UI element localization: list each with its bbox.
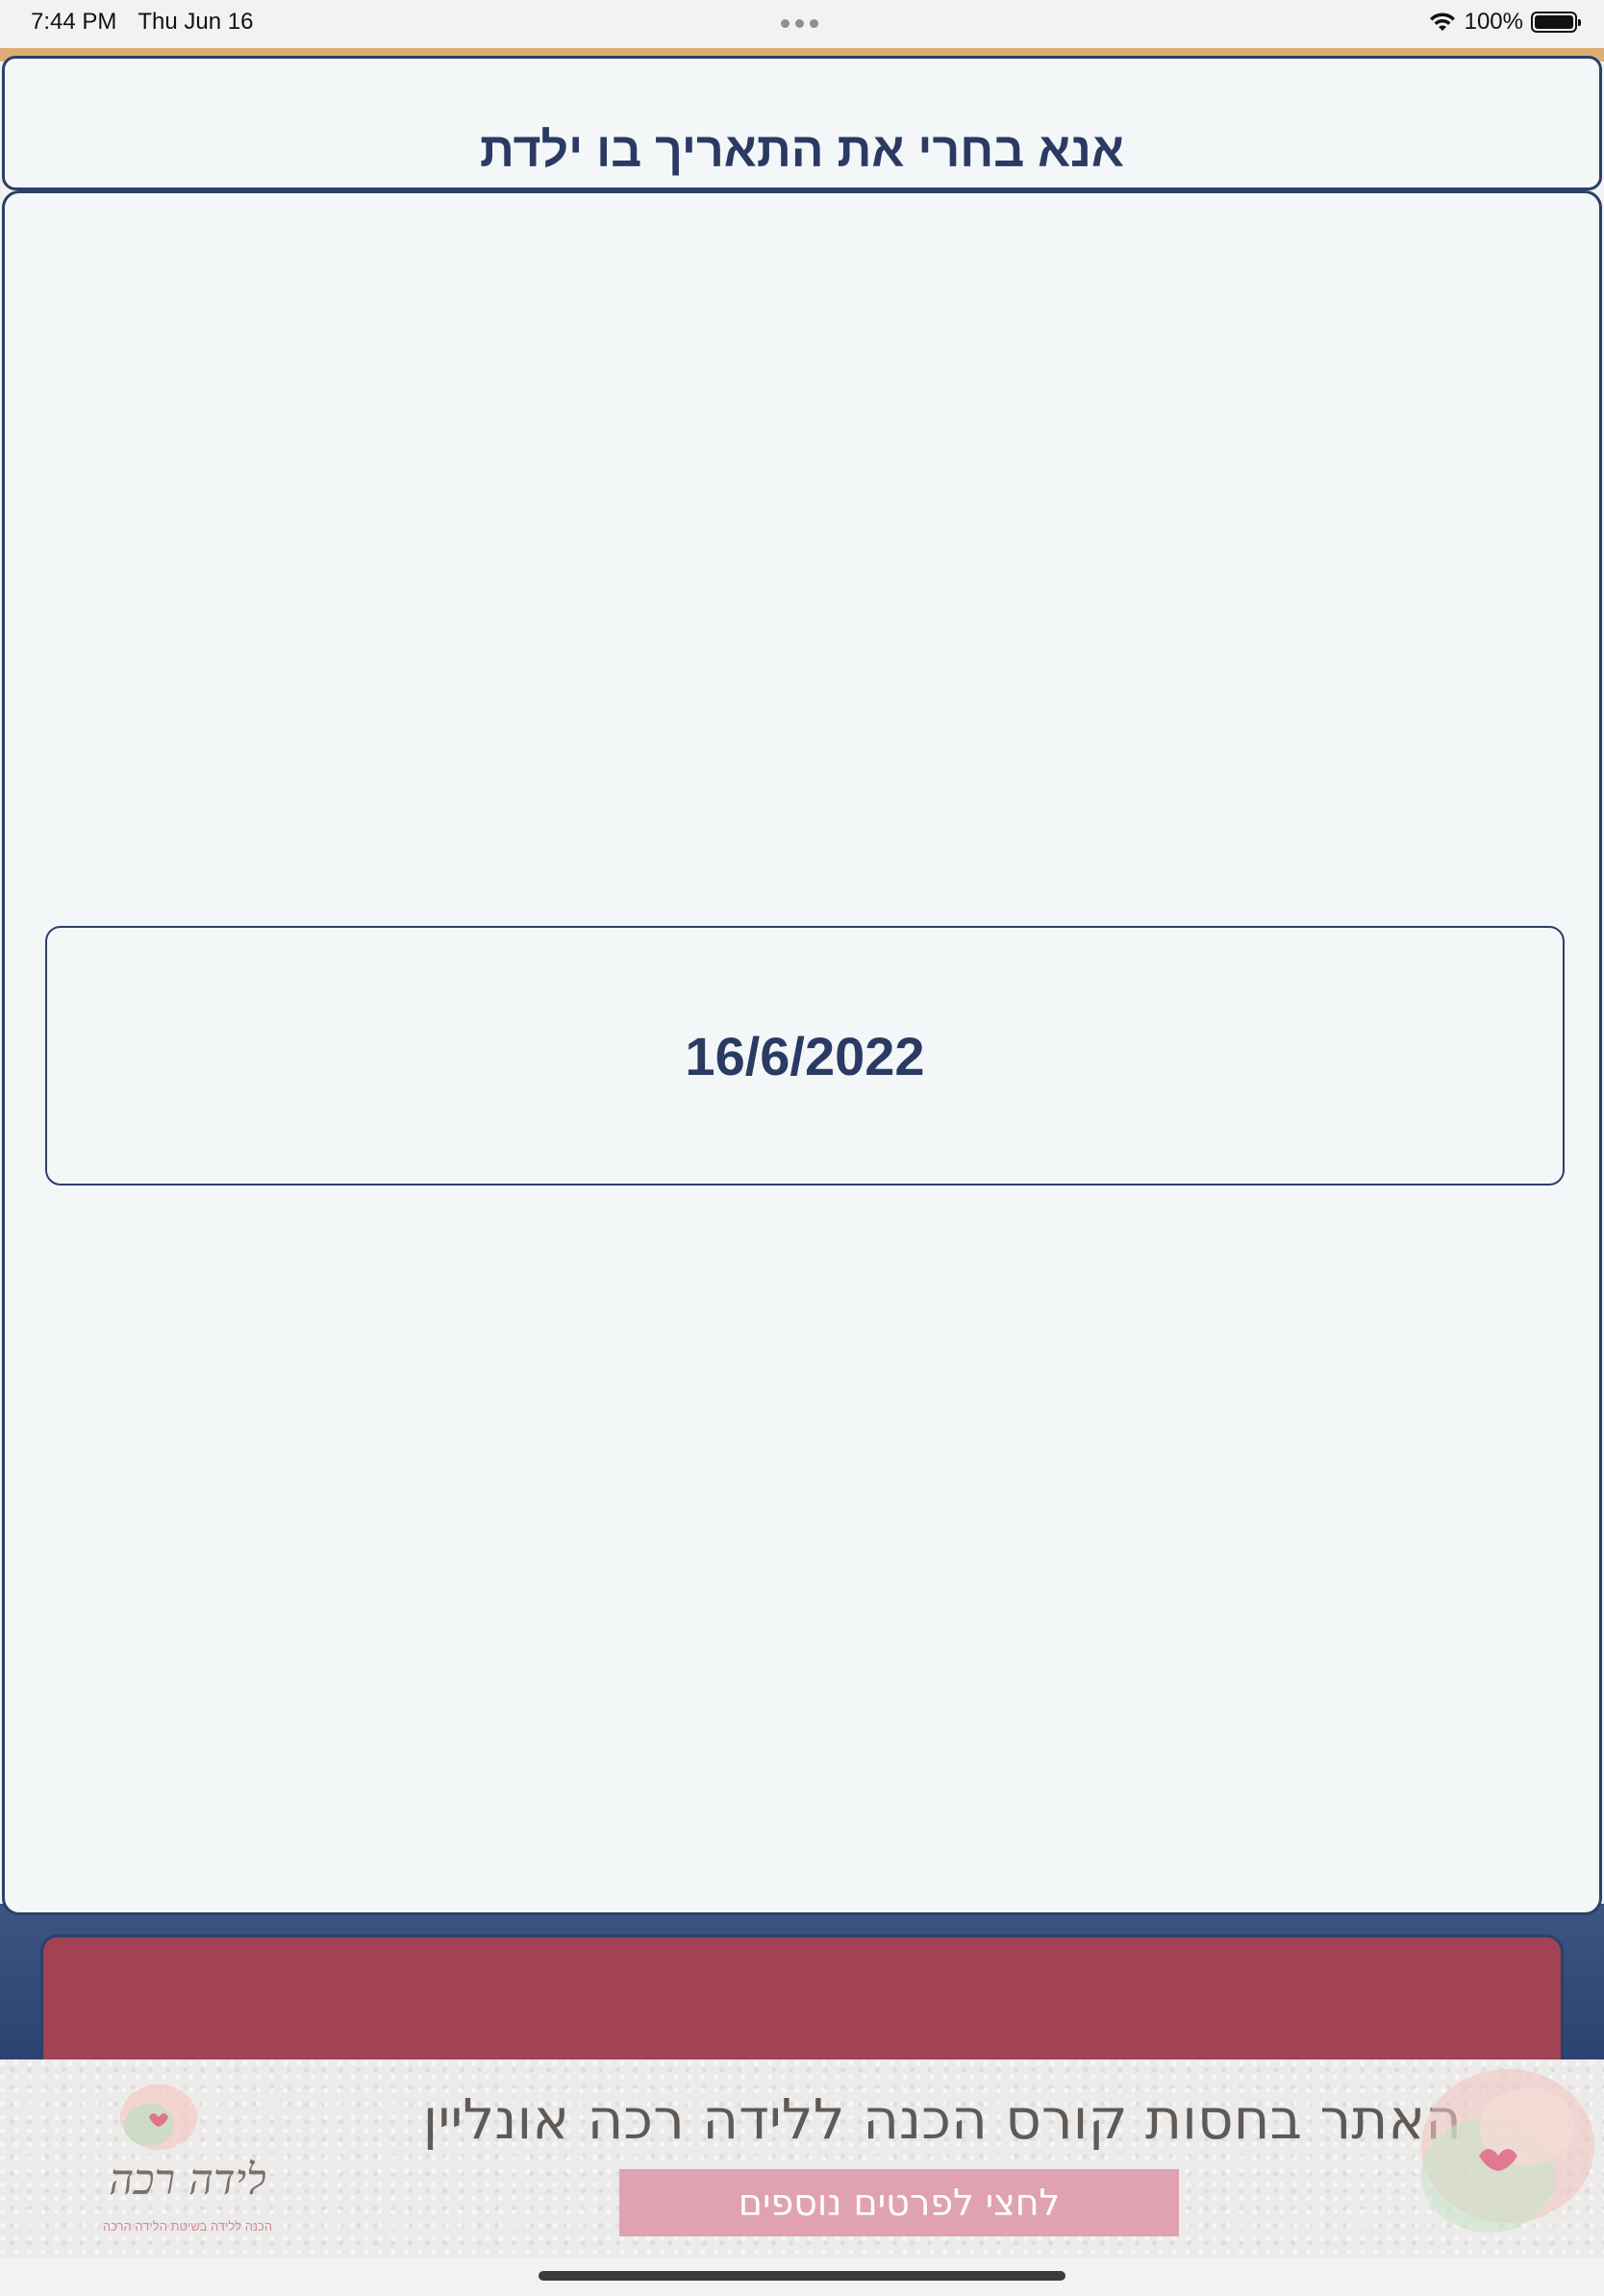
page-title: אנא בחרי את התאריך בו ילדת: [480, 123, 1124, 177]
status-date: Thu Jun 16: [138, 9, 254, 35]
battery-percent: 100%: [1464, 9, 1523, 35]
ad-logo-text: לידה רכה: [109, 2156, 266, 2205]
ad-headline: האתר בחסות קורס הכנה ללידה רכה אונליין: [422, 2086, 1462, 2152]
flower-logo-icon: [120, 2084, 197, 2150]
status-left: 7:44 PM Thu Jun 16: [31, 9, 253, 36]
home-indicator[interactable]: [539, 2271, 1065, 2281]
date-picker-field[interactable]: 16/6/2022: [45, 926, 1565, 1185]
ad-cta-button[interactable]: לחצי לפרטים נוספים: [619, 2169, 1179, 2236]
multitasking-dots-icon[interactable]: [781, 19, 818, 28]
ad-logo: לידה רכה הכנה ללידה בשיטת הלידה הרכה: [48, 2079, 327, 2248]
status-right: 100%: [1428, 9, 1581, 36]
selected-date: 16/6/2022: [685, 1025, 925, 1086]
flower-decoration-icon: [1421, 2069, 1594, 2233]
home-bar-area: [0, 2258, 1604, 2296]
main-card: 16/6/2022: [2, 190, 1602, 1915]
wifi-icon: [1429, 12, 1455, 31]
header-card: אנא בחרי את התאריך בו ילדת: [2, 56, 1602, 190]
ad-logo-subtext: הכנה ללידה בשיטת הלידה הרכה: [102, 2219, 273, 2234]
status-bar: 7:44 PM Thu Jun 16 100%: [0, 0, 1604, 48]
status-time: 7:44 PM: [31, 9, 117, 35]
battery-icon: [1531, 12, 1581, 33]
ad-banner[interactable]: לידה רכה הכנה ללידה בשיטת הלידה הרכה האת…: [0, 2059, 1604, 2258]
